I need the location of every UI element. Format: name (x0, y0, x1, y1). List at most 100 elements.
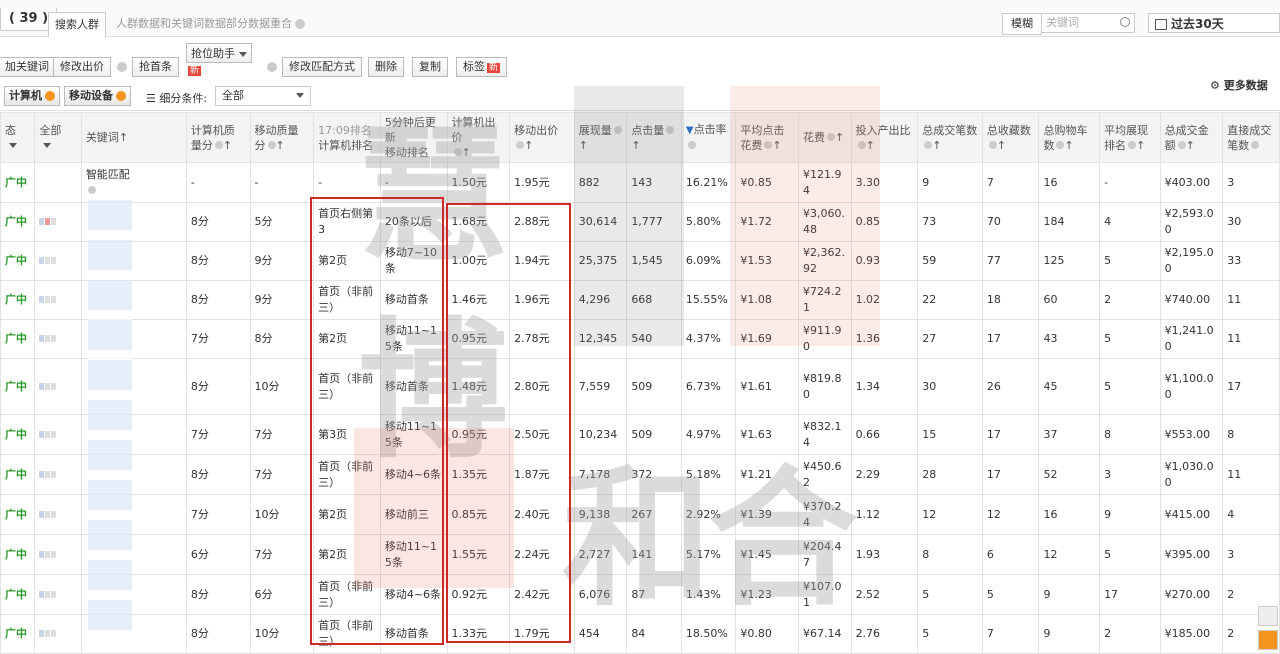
table-row[interactable]: 广中 7分 7分 第3页 移动11~15条 0.95元 2.50元 10,234 509 4.97… (0, 414, 1280, 455)
back-to-top-icon[interactable] (1258, 630, 1278, 650)
table-row[interactable]: 广中 8分 10分 首页（非前三） 移动首条 1.33元 1.79元 454 84 18.50% ¥… (0, 614, 1280, 654)
row-cell-orders: 15 (917, 414, 983, 455)
table-row[interactable]: 广中 7分 10分 第2页 移动前三 0.85元 2.40元 9,138 267 2.92% ¥1.… (0, 494, 1280, 535)
row-cell-mq: 10分 (249, 614, 315, 654)
sub-condition-select[interactable]: 全部 (215, 86, 311, 106)
tag-icon (51, 550, 57, 558)
row-cell-pcq: 8分 (185, 454, 251, 495)
col-ctr[interactable]: ▼点击率 (680, 112, 737, 163)
robber-assistant-menu[interactable]: 抢位助手 新 (186, 43, 252, 76)
row-device-icons (34, 414, 82, 455)
row-cell-pcb[interactable]: 1.50元 (446, 162, 511, 203)
row-status[interactable]: 广中 (0, 280, 36, 320)
tag-icon (51, 296, 57, 303)
row-status[interactable]: 广中 (0, 494, 36, 535)
row-status[interactable]: 广中 (0, 534, 36, 575)
row-cell-mb[interactable]: 1.95元 (509, 162, 575, 203)
tag-icon (51, 470, 57, 478)
computer-label: 计算机 (9, 89, 42, 102)
add-keyword-button[interactable]: 加关键词 (0, 57, 56, 77)
col-direct-orders[interactable]: 直接成交笔数 (1222, 112, 1280, 163)
col-avg-rank[interactable]: 平均展现排名 ↑ (1099, 112, 1161, 163)
row-status[interactable]: 广中 (0, 574, 36, 615)
col-total-orders[interactable]: 总成交笔数↑ (917, 112, 983, 163)
modify-match-button[interactable]: 修改匹配方式 (282, 57, 362, 77)
row-status[interactable]: 广中 (0, 414, 36, 455)
row-cell-roi: 1.93 (850, 534, 919, 575)
help-icon[interactable] (295, 19, 305, 29)
col-status[interactable]: 态 (0, 112, 36, 163)
col-roi[interactable]: 投入产出比↑ (850, 112, 919, 163)
col-pc-quality[interactable]: 计算机质量分 ↑ (185, 112, 251, 163)
col-keyword[interactable]: 关键词↑ (80, 112, 187, 163)
grab-first-button[interactable]: 抢首条 (132, 57, 179, 77)
table-row[interactable]: 广中 8分 10分 首页（非前三） 移动首条 1.48元 2.80元 7,559 509 6.73… (0, 358, 1280, 415)
row-status[interactable]: 广中 (0, 454, 36, 495)
delete-button[interactable]: 删除 (368, 57, 404, 77)
col-total-amount[interactable]: 总成交金额 ↑ (1159, 112, 1224, 163)
row-status[interactable]: 广中 (0, 614, 36, 654)
sub-condition-text: 细分条件: (159, 92, 208, 105)
row-cell-cost: ¥370.24 (798, 494, 852, 535)
row-cell-ctr: 15.55% (680, 280, 737, 320)
pc-icon (39, 630, 45, 637)
col-mobile-bid-label: 移动出价 (514, 123, 559, 137)
help-icon (516, 140, 525, 149)
mobile-filter[interactable]: 移动设备 (64, 86, 131, 106)
row-cell-cpc: ¥0.80 (735, 614, 800, 654)
table-row[interactable]: 广中 8分 5分 首页右侧第3 20条以后 1.68元 2.88元 30,614 1,777 5.… (0, 202, 1280, 242)
col-cost[interactable]: 花费 ↑ (798, 112, 852, 163)
fuzzy-match-select[interactable]: 模糊 (1002, 13, 1042, 35)
table-row[interactable]: 广中 8分 6分 首页（非前三） 移动4~6条 0.92元 2.42元 6,076 87 1.43… (0, 574, 1280, 615)
row-cell-cart: 16 (1038, 494, 1101, 535)
row-status[interactable]: 广中 (0, 319, 36, 359)
row-status[interactable]: 广中 (0, 162, 36, 203)
row-cell-direct: 17 (1222, 358, 1280, 415)
table-row[interactable]: 广中 8分 7分 首页（非前三） 移动4~6条 1.35元 1.87元 7,178 372 5.1… (0, 454, 1280, 495)
table-row[interactable]: 广中 7分 8分 第2页 移动11~15条 0.95元 2.78元 12,345 540 4.37… (0, 319, 1280, 359)
pc-icon (39, 550, 45, 558)
row-cell-pcq: 8分 (185, 614, 251, 654)
row-device-icons (34, 319, 82, 359)
col-favorites[interactable]: 总收藏数↑ (981, 112, 1040, 163)
rank-time-label: 17:09排名 (318, 123, 372, 137)
tab-search-crowd[interactable]: 搜索人群 (48, 12, 106, 37)
keyword-search-input[interactable]: 关键词 (1041, 13, 1135, 33)
computer-filter[interactable]: 计算机 (4, 86, 60, 106)
row-status[interactable]: 广中 (0, 358, 36, 415)
user-icon[interactable] (1258, 606, 1278, 626)
modify-bid-button[interactable]: 修改出价 (53, 57, 111, 77)
col-impressions[interactable]: 展现量↑ (573, 112, 628, 163)
table-row[interactable]: 广中 6分 7分 第2页 移动11~15条 1.55元 2.24元 2,727 141 5.17%… (0, 534, 1280, 575)
col-mobile-bid[interactable]: 移动出价 ↑ (509, 112, 575, 163)
col-pc-bid[interactable]: 计算机出价 ↑ (446, 112, 511, 163)
row-cell-clk: 540 (626, 319, 682, 359)
table-row[interactable]: 广中 智能匹配 - - - -1.50元 1.95元 882 143 16.21% ¥0.85 ¥12… (0, 162, 1280, 203)
row-status[interactable]: 广中 (0, 241, 36, 281)
row-cell-imp: 4,296 (573, 280, 628, 320)
search-icon[interactable] (1120, 17, 1130, 27)
top-bar: ( 39 ) 搜索人群 人群数据和关键词数据部分数据重合 模糊 关键词 过去30… (0, 0, 1280, 37)
row-cell-roi: 1.02 (850, 280, 919, 320)
col-mobile-quality[interactable]: 移动质量分 ↑ (249, 112, 315, 163)
help-icon[interactable] (267, 62, 277, 72)
col-all[interactable]: 全部 (34, 112, 82, 163)
col-pc-bid-label: 计算机出价 (451, 116, 496, 144)
row-status[interactable]: 广中 (0, 202, 36, 242)
table-row[interactable]: 广中 8分 9分 首页（非前三） 移动首条 1.46元 1.96元 4,296 668 15.55… (0, 280, 1280, 320)
col-cart[interactable]: 总购物车数 ↑ (1038, 112, 1101, 163)
mobile-icon (45, 510, 51, 518)
row-cell-clk: 143 (626, 162, 682, 203)
table-row[interactable]: 广中 8分 9分 第2页 移动7~10条 1.00元 1.94元 25,375 1,545 6.0… (0, 241, 1280, 281)
col-avg-cpc[interactable]: 平均点击花费 ↑ (735, 112, 800, 163)
help-icon[interactable] (117, 62, 127, 72)
col-clicks[interactable]: 点击量↑ (626, 112, 682, 163)
copy-button[interactable]: 复制 (412, 57, 448, 77)
row-cell-avgr: 5 (1099, 534, 1161, 575)
col-mobile-rank: 5分钟后更新 移动排名 (379, 112, 448, 163)
help-icon (116, 91, 126, 101)
row-cell-fav: 17 (981, 414, 1040, 455)
date-range-select[interactable]: 过去30天 (1148, 13, 1280, 33)
row-keyword[interactable]: 智能匹配 (80, 162, 187, 203)
tag-button[interactable]: 标签新 (456, 57, 508, 77)
